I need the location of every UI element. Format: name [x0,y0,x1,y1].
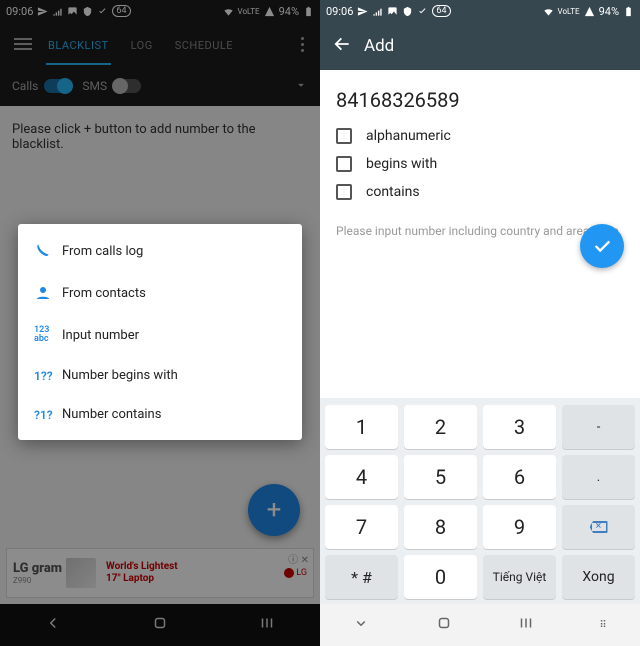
back-button[interactable] [328,34,364,59]
signal-icon [372,6,383,17]
menu-from-contacts[interactable]: From contacts [18,272,302,314]
checkbox-contains[interactable]: contains [336,178,624,206]
volte-label: VoLTE [558,7,580,16]
check-icon [417,6,428,17]
menu-input-number[interactable]: 123 abc Input number [18,314,302,356]
checkbox-label: contains [366,184,420,200]
key-0[interactable]: 0 [404,555,477,599]
key-symbols[interactable]: * # [325,555,398,599]
key-1[interactable]: 1 [325,405,398,449]
checkbox-begins-with[interactable]: begins with [336,150,624,178]
number-field[interactable]: 84168326589 [320,70,640,118]
screen-title: Add [364,36,394,56]
key-done[interactable]: Xong [562,555,635,599]
wifi-icon [543,6,554,17]
numeric-keyboard: 1 2 3 - 4 5 6 . 7 8 9 * # 0 Tiếng Việt [320,398,640,604]
nav-keyboard-icon[interactable]: ⠿ [599,620,607,631]
battery-icon [623,6,634,17]
key-dot[interactable]: . [562,455,635,499]
menu-begins-with[interactable]: 1?? Number begins with [18,356,302,395]
status-time: 09:06 [326,5,353,18]
nav-hide-keyboard[interactable] [352,614,370,636]
menu-label: Input number [62,328,139,343]
key-8[interactable]: 8 [404,505,477,549]
confirm-fab[interactable] [580,224,624,268]
shield-icon [402,6,413,17]
begins-icon: 1?? [34,369,62,383]
input-icon: 123 abc [34,326,62,344]
key-language[interactable]: Tiếng Việt [483,555,556,599]
key-6[interactable]: 6 [483,455,556,499]
key-9[interactable]: 9 [483,505,556,549]
checkbox-icon [336,156,352,172]
checkbox-alphanumeric[interactable]: alphanumeric [336,122,624,150]
menu-contains[interactable]: ?1? Number contains [18,395,302,434]
cell-icon [584,6,595,17]
send-icon [357,6,368,17]
menu-label: From contacts [62,286,146,301]
key-5[interactable]: 5 [404,455,477,499]
speed-badge: 64 [432,5,450,17]
nav-recent[interactable] [517,614,535,636]
menu-label: From calls log [62,244,143,259]
key-4[interactable]: 4 [325,455,398,499]
key-3[interactable]: 3 [483,405,556,449]
status-bar: 09:06 64 VoLTE 94% [320,0,640,22]
checkbox-icon [336,128,352,144]
checkbox-label: begins with [366,156,437,172]
backspace-icon [590,521,608,533]
menu-label: Number contains [62,407,161,422]
checkbox-label: alphanumeric [366,128,451,144]
menu-label: Number begins with [62,368,178,383]
key-backspace[interactable] [562,505,635,549]
battery-pct: 94% [599,5,619,18]
nav-bar: ⠿ [320,604,640,646]
image-icon [387,6,398,17]
app-bar: Add [320,22,640,70]
key-2[interactable]: 2 [404,405,477,449]
contains-icon: ?1? [34,408,62,422]
key-dash[interactable]: - [562,405,635,449]
nav-home[interactable] [435,614,453,636]
menu-from-calls-log[interactable]: From calls log [18,230,302,272]
person-icon [34,284,62,302]
phone-icon [34,242,62,260]
checkbox-icon [336,184,352,200]
key-7[interactable]: 7 [325,505,398,549]
add-menu: From calls log From contacts 123 abc Inp… [18,224,302,440]
